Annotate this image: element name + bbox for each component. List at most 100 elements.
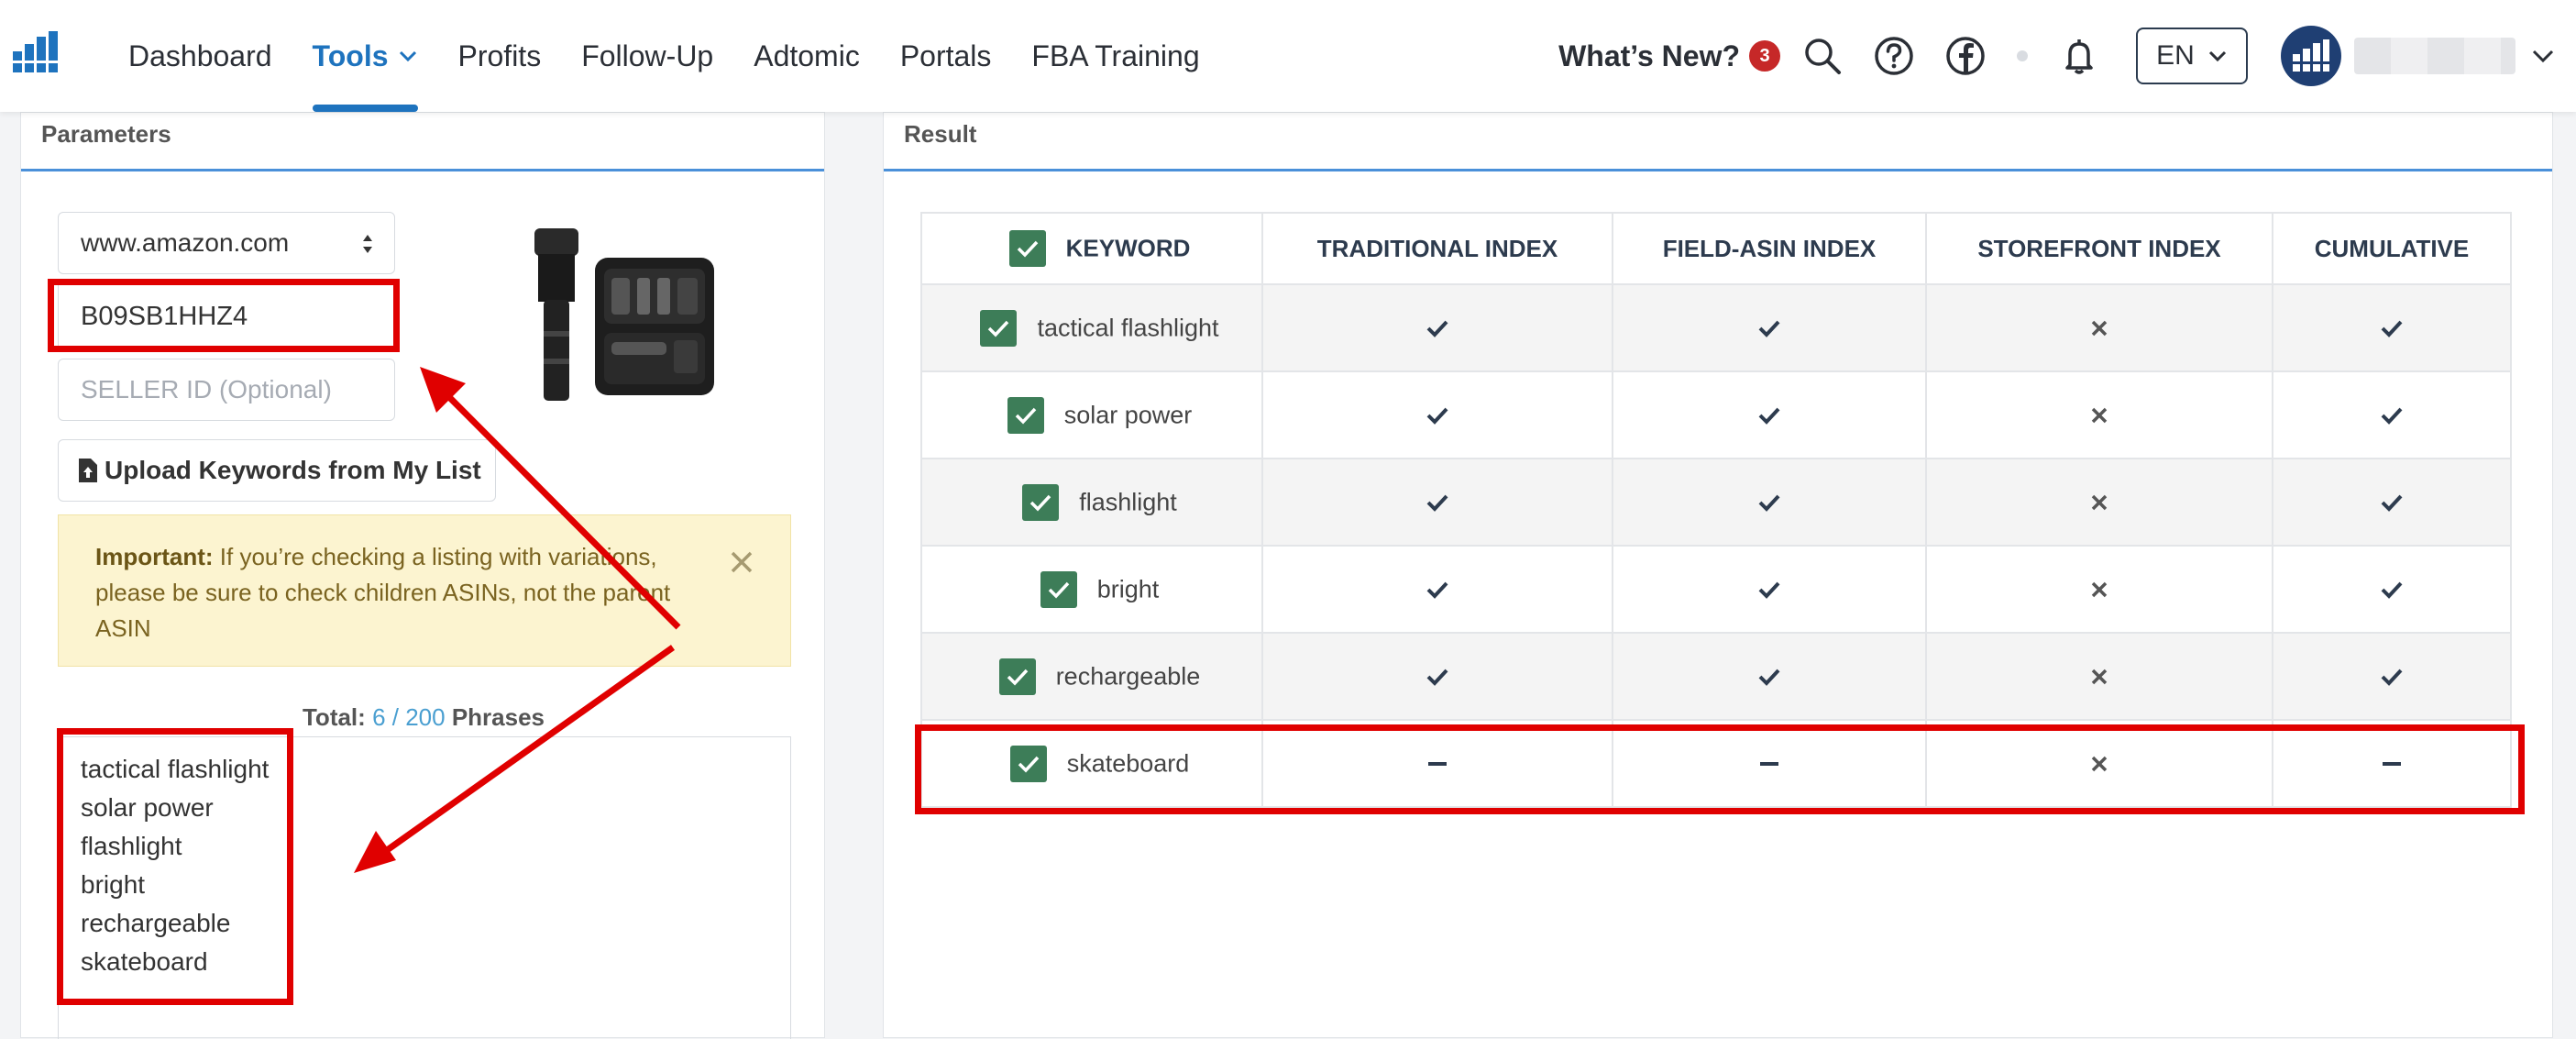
highlight-phrases: [57, 728, 293, 1005]
facebook-icon[interactable]: [1945, 36, 1986, 76]
column-header-cumulative: CUMULATIVE: [2272, 212, 2512, 285]
cumulative-cell: [2272, 545, 2512, 634]
chevron-down-icon: [399, 50, 416, 62]
app-logo-icon[interactable]: [13, 31, 59, 73]
nav-tools[interactable]: Tools: [312, 0, 418, 112]
nav-dashboard[interactable]: Dashboard: [128, 0, 272, 112]
traditional-index-cell: [1261, 545, 1613, 634]
avatar[interactable]: [2281, 26, 2341, 86]
marketplace-select[interactable]: www.amazon.com: [58, 212, 395, 274]
check-icon: [1758, 495, 1780, 513]
check-icon: [1007, 669, 1028, 686]
keyword-cell: solar power: [920, 370, 1263, 459]
nav-label: Follow-Up: [581, 39, 714, 72]
nav-label: Dashboard: [128, 39, 272, 72]
status-dot: [2017, 50, 2028, 61]
whats-new-label: What’s New?: [1558, 39, 1740, 72]
avatar-logo-icon: [2293, 39, 2329, 72]
nav-follow-up[interactable]: Follow-Up: [581, 0, 713, 112]
storefront-index-cell: [1925, 545, 2273, 634]
marketplace-value: www.amazon.com: [81, 228, 290, 257]
seller-id-input[interactable]: SELLER ID (Optional): [58, 359, 395, 421]
keyword-cell: bright: [920, 545, 1263, 634]
column-header-traditional: TRADITIONAL INDEX: [1261, 212, 1613, 285]
nav-label: Tools: [312, 39, 389, 72]
row-checkbox[interactable]: [1022, 483, 1060, 521]
table-header-row: KEYWORD TRADITIONAL INDEX FIELD-ASIN IND…: [920, 212, 2512, 285]
column-label: FIELD-ASIN INDEX: [1662, 234, 1877, 262]
field-asin-index-cell: [1612, 458, 1927, 547]
important-alert: Important: If you’re checking a listing …: [58, 514, 791, 667]
column-header-field-asin: FIELD-ASIN INDEX: [1612, 212, 1927, 285]
traditional-index-cell: [1261, 370, 1613, 459]
column-label: KEYWORD: [1065, 234, 1191, 262]
column-header-storefront: STOREFRONT INDEX: [1925, 212, 2273, 285]
field-asin-index-cell: [1612, 370, 1927, 459]
product-image: [534, 228, 714, 401]
nav-label: Profits: [457, 39, 542, 72]
keyword-cell: rechargeable: [920, 632, 1263, 721]
check-icon: [1426, 321, 1448, 338]
parameters-header: Parameters: [21, 113, 824, 171]
nav-fba-training[interactable]: FBA Training: [1031, 0, 1199, 112]
total-suffix: Phrases: [451, 703, 545, 731]
cumulative-cell: [2272, 458, 2512, 547]
column-label: CUMULATIVE: [2314, 234, 2470, 262]
check-icon: [2381, 408, 2403, 426]
cumulative-cell: [2272, 283, 2512, 372]
total-count: 6 / 200: [372, 703, 446, 731]
table-row: solar power: [920, 370, 2512, 459]
table-row: flashlight: [920, 458, 2512, 547]
panel-title: Result: [904, 120, 977, 148]
help-icon[interactable]: [1874, 36, 1914, 76]
select-all-checkbox[interactable]: [1008, 230, 1046, 267]
whats-new-badge: 3: [1749, 40, 1780, 72]
storefront-index-cell: [1925, 283, 2273, 372]
bell-icon[interactable]: [2059, 36, 2099, 76]
nav-portals[interactable]: Portals: [900, 0, 992, 112]
field-asin-index-cell: [1612, 545, 1927, 634]
chevron-down-icon: [2208, 50, 2226, 62]
username-redacted[interactable]: [2354, 38, 2515, 74]
row-checkbox[interactable]: [980, 309, 1018, 347]
check-icon: [1426, 582, 1448, 600]
chevron-down-icon[interactable]: [2530, 43, 2556, 69]
cumulative-cell: [2272, 370, 2512, 459]
keyword-cell: tactical flashlight: [920, 283, 1263, 372]
top-navbar: Dashboard Tools Profits Follow-Up Adtomi…: [0, 0, 2576, 112]
check-icon: [988, 320, 1009, 337]
whats-new-link[interactable]: What’s New? 3: [1558, 39, 1780, 73]
select-arrows-icon: [363, 235, 372, 253]
check-icon: [2381, 495, 2403, 513]
row-checkbox[interactable]: [998, 658, 1036, 695]
check-icon: [1017, 240, 1038, 258]
total-label: Total:: [302, 703, 366, 731]
column-header-keyword[interactable]: KEYWORD: [920, 212, 1263, 285]
seller-id-placeholder: SELLER ID (Optional): [81, 375, 332, 403]
table-row: rechargeable: [920, 632, 2512, 721]
check-icon: [1758, 321, 1780, 338]
cross-icon: [2091, 408, 2108, 424]
keyword-text: rechargeable: [1055, 662, 1201, 690]
highlight-asin: [48, 279, 400, 352]
nav-adtomic[interactable]: Adtomic: [754, 0, 860, 112]
result-panel: Result KEYWORD TRADITIONAL INDEX FIELD-A…: [883, 112, 2553, 1038]
check-icon: [1758, 408, 1780, 426]
upload-keywords-button[interactable]: Upload Keywords from My List: [58, 439, 496, 502]
result-table: KEYWORD TRADITIONAL INDEX FIELD-ASIN IND…: [920, 212, 2512, 808]
nav-label: Adtomic: [754, 39, 860, 72]
check-icon: [2381, 321, 2403, 338]
language-select[interactable]: EN: [2136, 28, 2248, 84]
row-checkbox[interactable]: [1040, 570, 1077, 608]
panel-title: Parameters: [41, 120, 171, 148]
keyword-cell: flashlight: [920, 458, 1263, 547]
keyword-text: flashlight: [1079, 488, 1177, 515]
close-icon[interactable]: [730, 550, 754, 574]
row-checkbox[interactable]: [1007, 396, 1044, 434]
nav-profits[interactable]: Profits: [458, 0, 542, 112]
search-icon[interactable]: [1802, 36, 1843, 76]
check-icon: [1015, 407, 1037, 425]
column-label: STOREFRONT INDEX: [1977, 234, 2221, 262]
language-label: EN: [2156, 40, 2195, 71]
table-row: tactical flashlight: [920, 283, 2512, 372]
